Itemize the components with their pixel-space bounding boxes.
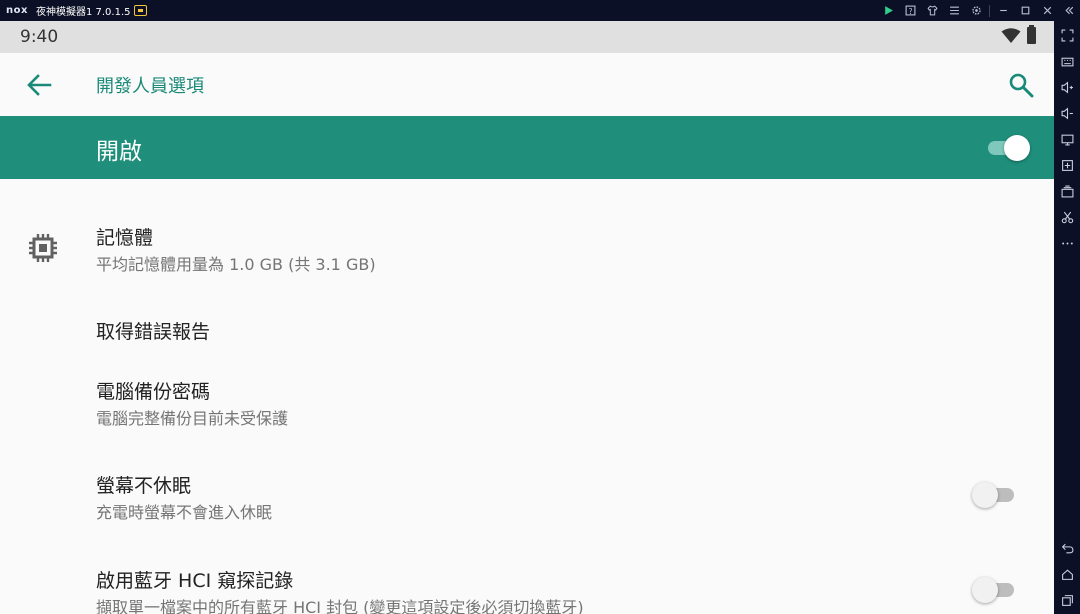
nox-logo: nox bbox=[6, 5, 28, 16]
toggle-thumb bbox=[1004, 135, 1030, 161]
app-bar: 開發人員選項 bbox=[0, 53, 1054, 116]
minimize-icon[interactable] bbox=[992, 0, 1014, 21]
item-subtitle: 充電時螢幕不會進入休眠 bbox=[96, 503, 273, 522]
play-icon[interactable] bbox=[877, 0, 899, 21]
item-subtitle: 擷取單一檔案中的所有藍牙 HCI 封包 (變更這項設定後必須切換藍牙) bbox=[96, 598, 584, 614]
memory-chip-icon bbox=[29, 234, 57, 262]
clock: 9:40 bbox=[20, 27, 59, 47]
item-title: 啟用藍牙 HCI 窺探記錄 bbox=[96, 570, 294, 592]
multi-instance-icon[interactable] bbox=[1054, 181, 1080, 201]
home-icon[interactable] bbox=[1054, 564, 1080, 584]
screen-icon[interactable] bbox=[1054, 129, 1080, 149]
back-arrow-icon[interactable] bbox=[26, 73, 52, 97]
toggle-thumb bbox=[972, 482, 998, 508]
window-controls: ? bbox=[877, 0, 1080, 21]
collapse-icon[interactable] bbox=[1058, 0, 1080, 21]
maximize-icon[interactable] bbox=[1014, 0, 1036, 21]
scissors-icon[interactable] bbox=[1054, 207, 1080, 227]
menu-icon[interactable] bbox=[943, 0, 965, 21]
recent-apps-icon[interactable] bbox=[1054, 590, 1080, 610]
list-item-bt-hci-log[interactable]: 啟用藍牙 HCI 窺探記錄 擷取單一檔案中的所有藍牙 HCI 封包 (變更這項設… bbox=[0, 557, 1054, 614]
divider bbox=[989, 4, 990, 17]
master-switch-label: 開啟 bbox=[96, 139, 142, 165]
keyboard-icon[interactable] bbox=[1054, 51, 1080, 71]
more-icon[interactable] bbox=[1054, 233, 1080, 253]
list-item-stay-awake[interactable]: 螢幕不休眠 充電時螢幕不會進入休眠 bbox=[0, 462, 1054, 542]
emulator-title-bar: nox 夜神模擬器1 7.0.1.5 ? bbox=[0, 0, 1080, 21]
close-icon[interactable] bbox=[1036, 0, 1058, 21]
volume-down-icon[interactable] bbox=[1054, 103, 1080, 123]
add-apk-icon[interactable] bbox=[1054, 155, 1080, 175]
list-item-memory[interactable]: 記憶體 平均記憶體用量為 1.0 GB (共 3.1 GB) bbox=[0, 209, 1054, 289]
battery-icon bbox=[1027, 25, 1036, 44]
bt-hci-log-toggle[interactable] bbox=[972, 577, 1016, 603]
back-icon[interactable] bbox=[1054, 538, 1080, 558]
fullscreen-icon[interactable] bbox=[1054, 25, 1080, 45]
list-item-backup-password[interactable]: 電腦備份密碼 電腦完整備份目前未受保護 bbox=[0, 369, 1054, 449]
stay-awake-toggle[interactable] bbox=[972, 482, 1016, 508]
version-badge-icon[interactable] bbox=[134, 5, 148, 16]
item-title: 取得錯誤報告 bbox=[96, 321, 211, 343]
status-icons bbox=[1001, 25, 1036, 44]
master-switch-bar[interactable]: 開啟 bbox=[0, 116, 1054, 179]
item-subtitle: 電腦完整備份目前未受保護 bbox=[96, 409, 289, 428]
master-toggle[interactable] bbox=[986, 135, 1030, 161]
emulator-sidebar bbox=[1054, 21, 1080, 614]
help-icon[interactable]: ? bbox=[899, 0, 921, 21]
item-subtitle: 平均記憶體用量為 1.0 GB (共 3.1 GB) bbox=[96, 255, 376, 274]
item-title: 記憶體 bbox=[96, 227, 154, 249]
volume-up-icon[interactable] bbox=[1054, 77, 1080, 97]
settings-icon[interactable] bbox=[965, 0, 987, 21]
search-icon[interactable] bbox=[1008, 72, 1034, 98]
toggle-thumb bbox=[972, 577, 998, 603]
window-title: 夜神模擬器1 7.0.1.5 bbox=[35, 7, 131, 18]
item-title: 電腦備份密碼 bbox=[96, 381, 211, 403]
shirt-icon[interactable] bbox=[921, 0, 943, 21]
android-screen: 9:40 開發人員選項 開啟 記憶體 平均記憶體用量為 1.0 GB (共 3.… bbox=[0, 21, 1054, 614]
item-title: 螢幕不休眠 bbox=[96, 475, 192, 497]
svg-text:?: ? bbox=[908, 7, 912, 16]
list-item-bug-report[interactable]: 取得錯誤報告 bbox=[0, 289, 1054, 369]
status-bar: 9:40 bbox=[0, 21, 1054, 53]
wifi-icon bbox=[1001, 27, 1021, 43]
page-title: 開發人員選項 bbox=[96, 76, 204, 97]
